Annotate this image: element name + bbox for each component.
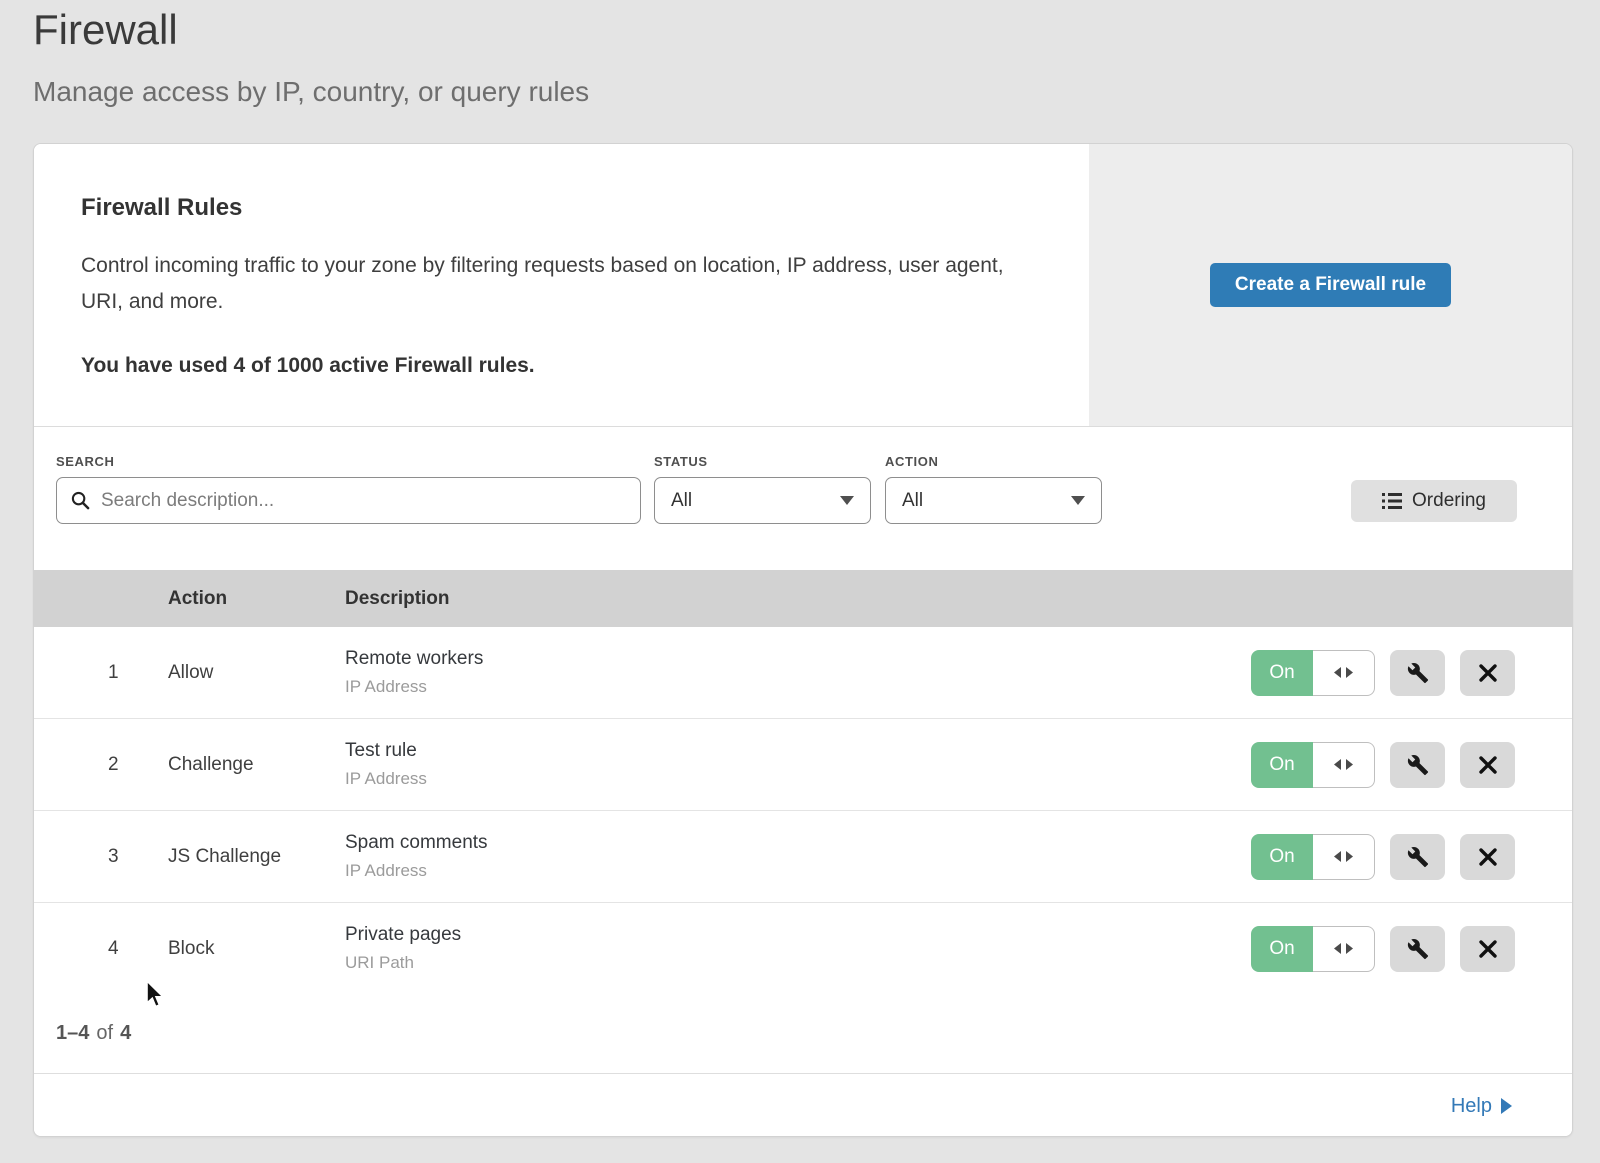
table-row: 3 JS Challenge Spam comments IP Address …: [34, 811, 1572, 903]
chevron-down-icon: [840, 496, 854, 505]
firewall-card: Firewall Rules Control incoming traffic …: [33, 143, 1573, 1137]
search-icon: [71, 491, 90, 510]
rule-priority: 3: [34, 846, 168, 868]
table-row: 4 Block Private pages URI Path On: [34, 903, 1572, 995]
rule-controls: On: [1251, 650, 1515, 696]
table-row: 2 Challenge Test rule IP Address On: [34, 719, 1572, 811]
rule-description: Private pages URI Path: [345, 924, 1251, 973]
delete-rule-button[interactable]: [1460, 742, 1515, 788]
drag-arrows-icon: [1333, 666, 1354, 679]
delete-rule-button[interactable]: [1460, 834, 1515, 880]
table-header: Action Description: [34, 570, 1572, 627]
search-input[interactable]: [56, 477, 641, 524]
intro-section: Firewall Rules Control incoming traffic …: [34, 144, 1572, 427]
status-dropdown[interactable]: All: [654, 477, 871, 524]
toggle-handle[interactable]: [1313, 834, 1375, 880]
rule-description-title: Remote workers: [345, 648, 1251, 670]
delete-rule-button[interactable]: [1460, 926, 1515, 972]
rule-enabled-toggle[interactable]: On: [1251, 742, 1375, 788]
toggle-handle[interactable]: [1313, 650, 1375, 696]
edit-rule-button[interactable]: [1390, 742, 1445, 788]
pagination-total: 4: [120, 1022, 131, 1045]
close-icon: [1478, 847, 1498, 867]
rule-description: Remote workers IP Address: [345, 648, 1251, 697]
rule-field-type: IP Address: [345, 677, 1251, 697]
intro-heading: Firewall Rules: [81, 194, 1029, 222]
rule-enabled-toggle[interactable]: On: [1251, 926, 1375, 972]
rule-action: Challenge: [168, 754, 345, 776]
close-icon: [1478, 939, 1498, 959]
status-dropdown-value: All: [671, 490, 692, 512]
action-dropdown[interactable]: All: [885, 477, 1102, 524]
action-label: ACTION: [885, 454, 938, 469]
rule-field-type: IP Address: [345, 769, 1251, 789]
action-column-header: Action: [168, 588, 345, 610]
close-icon: [1478, 663, 1498, 683]
help-link-label: Help: [1451, 1095, 1492, 1118]
drag-arrows-icon: [1333, 942, 1354, 955]
toggle-on-label: On: [1251, 650, 1313, 696]
description-column-header: Description: [345, 588, 1572, 610]
toggle-handle[interactable]: [1313, 742, 1375, 788]
rule-enabled-toggle[interactable]: On: [1251, 834, 1375, 880]
ordering-list-icon: [1382, 492, 1402, 510]
table-row: 1 Allow Remote workers IP Address On: [34, 627, 1572, 719]
rule-controls: On: [1251, 742, 1515, 788]
search-label: SEARCH: [56, 454, 115, 469]
rule-priority: 2: [34, 754, 168, 776]
intro-text-panel: Firewall Rules Control incoming traffic …: [34, 144, 1089, 426]
page-header: Firewall Manage access by IP, country, o…: [33, 6, 589, 108]
edit-rule-button[interactable]: [1390, 834, 1445, 880]
rule-description-title: Private pages: [345, 924, 1251, 946]
ordering-button[interactable]: Ordering: [1351, 480, 1517, 522]
rule-controls: On: [1251, 926, 1515, 972]
help-bar: Help: [34, 1075, 1572, 1137]
pagination-range: 1–4: [56, 1022, 89, 1045]
drag-arrows-icon: [1333, 758, 1354, 771]
rule-priority: 1: [34, 662, 168, 684]
intro-description: Control incoming traffic to your zone by…: [81, 248, 1029, 320]
rule-action: JS Challenge: [168, 846, 345, 868]
ordering-button-label: Ordering: [1412, 490, 1486, 512]
rule-field-type: URI Path: [345, 953, 1251, 973]
status-label: STATUS: [654, 454, 708, 469]
rule-enabled-toggle[interactable]: On: [1251, 650, 1375, 696]
rule-description: Spam comments IP Address: [345, 832, 1251, 881]
page-title: Firewall: [33, 6, 589, 54]
close-icon: [1478, 755, 1498, 775]
wrench-icon: [1407, 754, 1429, 776]
toggle-on-label: On: [1251, 834, 1313, 880]
chevron-right-icon: [1501, 1098, 1512, 1114]
help-link[interactable]: Help: [1451, 1095, 1512, 1118]
rule-description: Test rule IP Address: [345, 740, 1251, 789]
toggle-on-label: On: [1251, 926, 1313, 972]
page-subtitle: Manage access by IP, country, or query r…: [33, 76, 589, 108]
rule-description-title: Test rule: [345, 740, 1251, 762]
rule-action: Block: [168, 938, 345, 960]
filters-bar: SEARCH STATUS All ACTION All Ordering: [34, 427, 1572, 570]
delete-rule-button[interactable]: [1460, 650, 1515, 696]
create-rule-panel: Create a Firewall rule: [1089, 144, 1572, 426]
rule-controls: On: [1251, 834, 1515, 880]
wrench-icon: [1407, 938, 1429, 960]
edit-rule-button[interactable]: [1390, 650, 1445, 696]
usage-summary: You have used 4 of 1000 active Firewall …: [81, 354, 1029, 378]
toggle-on-label: On: [1251, 742, 1313, 788]
rule-priority: 4: [34, 938, 168, 960]
search-field-wrap: [56, 477, 641, 524]
toggle-handle[interactable]: [1313, 926, 1375, 972]
rule-description-title: Spam comments: [345, 832, 1251, 854]
chevron-down-icon: [1071, 496, 1085, 505]
wrench-icon: [1407, 662, 1429, 684]
action-dropdown-value: All: [902, 490, 923, 512]
pagination-of: of: [96, 1022, 113, 1045]
wrench-icon: [1407, 846, 1429, 868]
pagination-bar: 1–4 of 4: [34, 994, 1572, 1074]
rule-field-type: IP Address: [345, 861, 1251, 881]
create-firewall-rule-button[interactable]: Create a Firewall rule: [1210, 263, 1451, 307]
rule-action: Allow: [168, 662, 345, 684]
edit-rule-button[interactable]: [1390, 926, 1445, 972]
rules-list: 1 Allow Remote workers IP Address On: [34, 627, 1572, 995]
drag-arrows-icon: [1333, 850, 1354, 863]
